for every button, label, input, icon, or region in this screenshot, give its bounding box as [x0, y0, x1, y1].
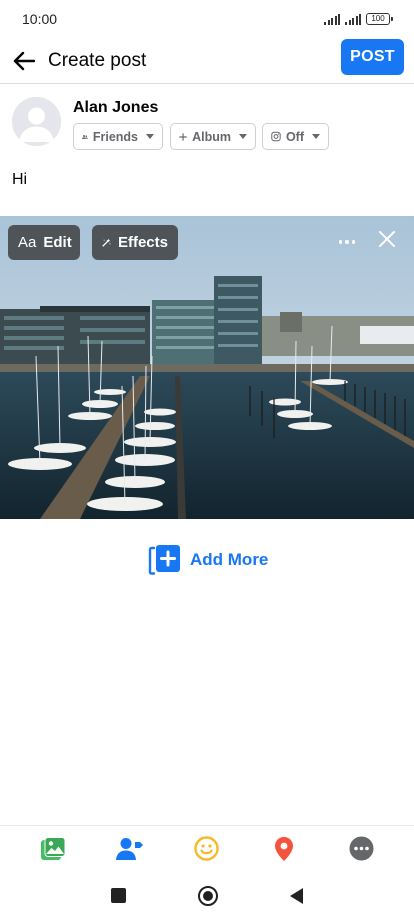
effects-label: Effects	[117, 234, 168, 251]
user-name: Alan Jones	[73, 99, 159, 116]
plus-icon	[179, 132, 187, 141]
check-in-icon	[275, 836, 294, 861]
tag-people-button[interactable]	[115, 834, 145, 864]
magic-wand-icon	[102, 238, 111, 247]
more-options-button[interactable]	[346, 834, 376, 864]
recent-apps-button[interactable]	[111, 888, 126, 903]
caret-down-icon	[146, 134, 154, 139]
signal-icon	[345, 13, 361, 25]
text-style-icon: Aa	[18, 234, 37, 251]
feeling-icon	[194, 836, 220, 861]
signal-icon	[324, 13, 340, 25]
default-avatar-icon	[12, 97, 61, 146]
caret-down-icon	[239, 134, 247, 139]
audience-selector[interactable]: Friends	[73, 123, 163, 150]
post-options-bar	[0, 825, 414, 871]
photo-video-button[interactable]	[38, 834, 68, 864]
avatar	[12, 97, 61, 146]
status-time: 10:00	[22, 11, 58, 27]
header: Create post POST	[0, 38, 414, 84]
audience-label: Friends	[92, 129, 138, 144]
edit-photo-button[interactable]: Aa Edit	[8, 225, 80, 260]
album-label: Album	[192, 129, 231, 144]
battery-icon: 100	[366, 13, 393, 25]
feeling-button[interactable]	[192, 834, 222, 864]
check-in-button[interactable]	[269, 834, 299, 864]
attached-photo[interactable]: Aa Edit Effects	[0, 216, 414, 519]
system-navigation-bar	[0, 871, 414, 920]
effects-button[interactable]: Effects	[92, 225, 178, 260]
edit-label: Edit	[43, 234, 72, 251]
status-bar: 10:00 100	[0, 0, 414, 38]
back-button[interactable]	[0, 38, 48, 84]
instagram-icon	[271, 131, 281, 142]
status-icons: 100	[324, 13, 393, 25]
arrow-left-icon	[13, 51, 35, 70]
friends-icon	[82, 134, 88, 139]
post-button[interactable]: POST	[341, 39, 404, 75]
add-more-button[interactable]: Add More	[148, 544, 268, 576]
add-photo-icon	[148, 545, 180, 575]
system-back-button[interactable]	[290, 887, 303, 904]
post-text-input[interactable]: Hi	[12, 171, 27, 189]
harbor-photo	[0, 216, 414, 519]
more-icon	[349, 836, 374, 861]
add-more-label: Add More	[190, 550, 269, 569]
photo-icon	[40, 836, 66, 860]
page-title: Create post	[48, 49, 147, 71]
caret-down-icon	[312, 134, 320, 139]
instagram-share-selector[interactable]: Off	[262, 123, 329, 150]
close-icon[interactable]	[376, 228, 398, 250]
home-button[interactable]	[198, 885, 218, 906]
instagram-label: Off	[285, 129, 304, 144]
photo-more-options-icon[interactable]	[334, 234, 360, 250]
tag-people-icon	[115, 837, 143, 860]
album-selector[interactable]: Album	[170, 123, 256, 150]
